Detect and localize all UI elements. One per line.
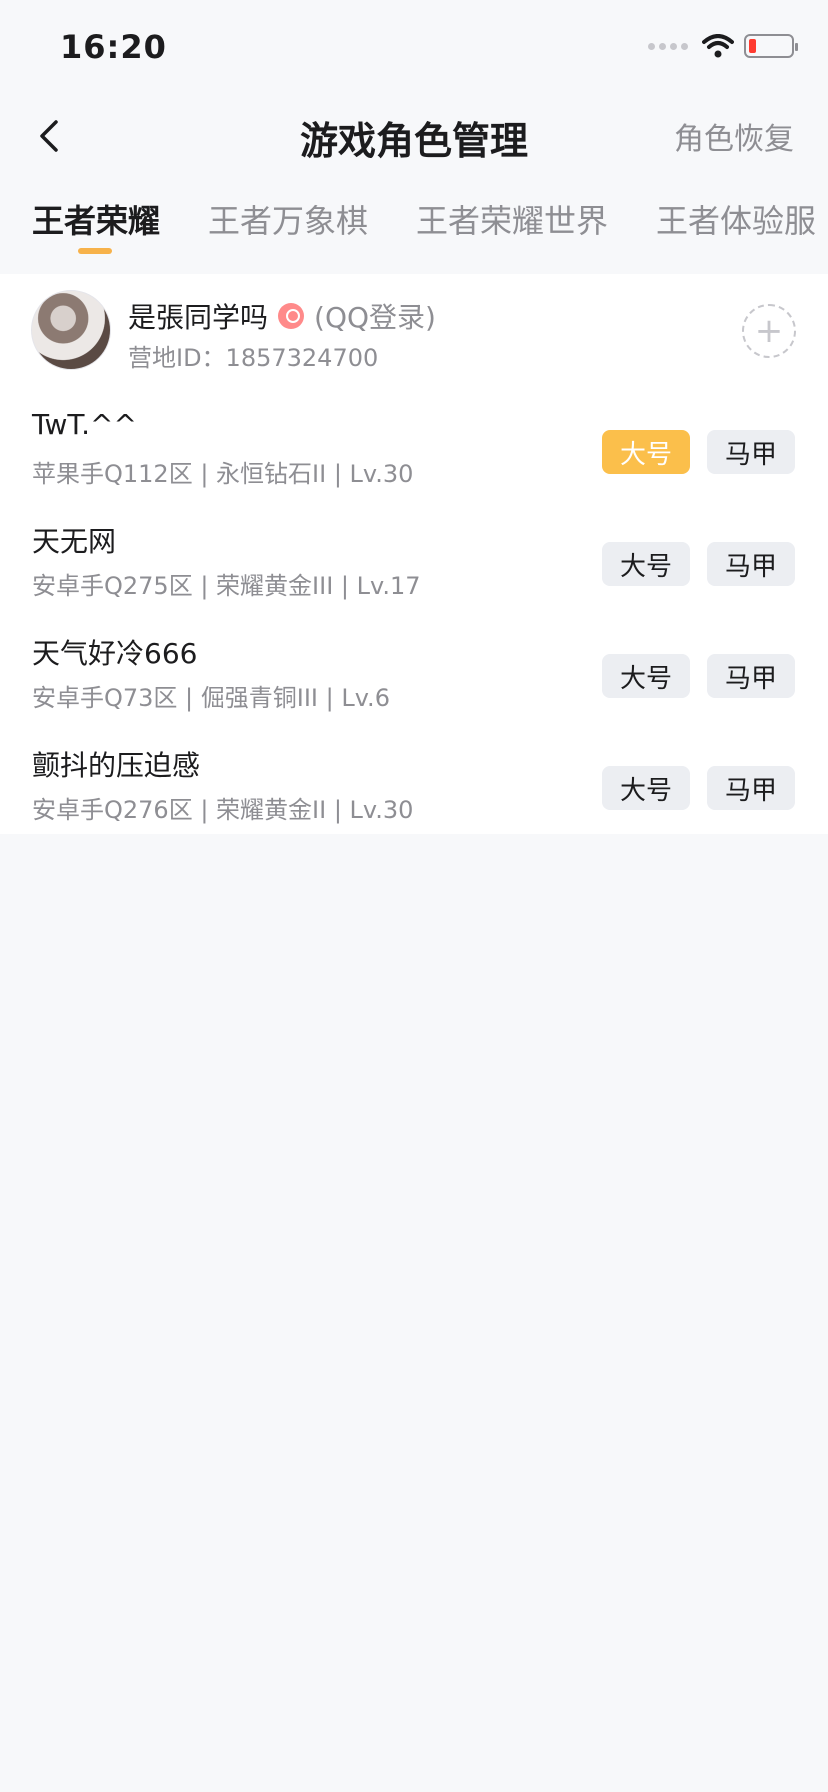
- account-name: 是張同学吗: [128, 301, 269, 334]
- role-name: 颤抖的压迫感: [32, 749, 201, 782]
- tab-honor-of-kings[interactable]: 王者荣耀: [32, 196, 160, 242]
- role-item[interactable]: TwT.^^ 苹果手Q112区 | 永恒钻石II | Lv.30 大号 马甲: [0, 408, 828, 520]
- login-type: (QQ登录): [314, 301, 436, 334]
- role-item[interactable]: 天无网 安卓手Q275区 | 荣耀黄金III | Lv.17 大号 马甲: [0, 520, 828, 632]
- status-icons: [648, 34, 798, 58]
- role-name: 天气好冷666: [32, 637, 198, 670]
- role-meta: 安卓手Q275区 | 荣耀黄金III | Lv.17: [32, 572, 421, 600]
- avatar[interactable]: [31, 290, 111, 370]
- role-item[interactable]: 颤抖的压迫感 安卓手Q276区 | 荣耀黄金II | Lv.30 大号 马甲: [0, 744, 828, 856]
- alt-account-tag[interactable]: 马甲: [707, 430, 795, 474]
- role-meta: 安卓手Q73区 | 倔强青铜III | Lv.6: [32, 684, 390, 712]
- role-name: TwT.^^: [32, 408, 137, 441]
- tab-honor-world[interactable]: 王者荣耀世界: [416, 196, 608, 242]
- alt-account-tag[interactable]: 马甲: [707, 766, 795, 810]
- alt-account-tag[interactable]: 马甲: [707, 654, 795, 698]
- signal-icon: [648, 42, 688, 50]
- account-name-line: 是張同学吗 (QQ登录): [128, 296, 436, 336]
- role-meta: 安卓手Q276区 | 荣耀黄金II | Lv.30: [32, 796, 414, 824]
- camp-id: 营地ID：1857324700: [128, 344, 379, 372]
- main-account-tag[interactable]: 大号: [602, 542, 690, 586]
- add-role-button[interactable]: +: [742, 304, 796, 358]
- main-account-tag[interactable]: 大号: [602, 766, 690, 810]
- role-item[interactable]: 天气好冷666 安卓手Q73区 | 倔强青铜III | Lv.6 大号 马甲: [0, 632, 828, 744]
- tab-experience-server[interactable]: 王者体验服: [656, 196, 816, 242]
- nav-bar: 游戏角色管理 角色恢复: [0, 100, 828, 176]
- tab-wanxiang-chess[interactable]: 王者万象棋: [208, 196, 368, 242]
- battery-icon: [744, 34, 798, 58]
- main-account-tag[interactable]: 大号: [602, 654, 690, 698]
- active-tab-indicator: [78, 248, 112, 254]
- role-name: 天无网: [32, 525, 117, 558]
- role-restore-button[interactable]: 角色恢复: [674, 114, 794, 158]
- status-time: 16:20: [60, 28, 167, 66]
- role-list-card: 是張同学吗 (QQ登录) 营地ID：1857324700 + TwT.^^ 苹果…: [0, 274, 828, 834]
- status-bar: 16:20: [0, 0, 828, 100]
- wifi-icon: [702, 34, 734, 58]
- female-icon: [278, 303, 305, 329]
- game-tabs: 王者荣耀 王者万象棋 王者荣耀世界 王者体验服: [0, 196, 828, 266]
- plus-icon: +: [754, 311, 784, 351]
- account-row: 是張同学吗 (QQ登录) 营地ID：1857324700 +: [0, 274, 828, 382]
- role-meta: 苹果手Q112区 | 永恒钻石II | Lv.30: [32, 460, 414, 488]
- main-account-tag[interactable]: 大号: [602, 430, 690, 474]
- alt-account-tag[interactable]: 马甲: [707, 542, 795, 586]
